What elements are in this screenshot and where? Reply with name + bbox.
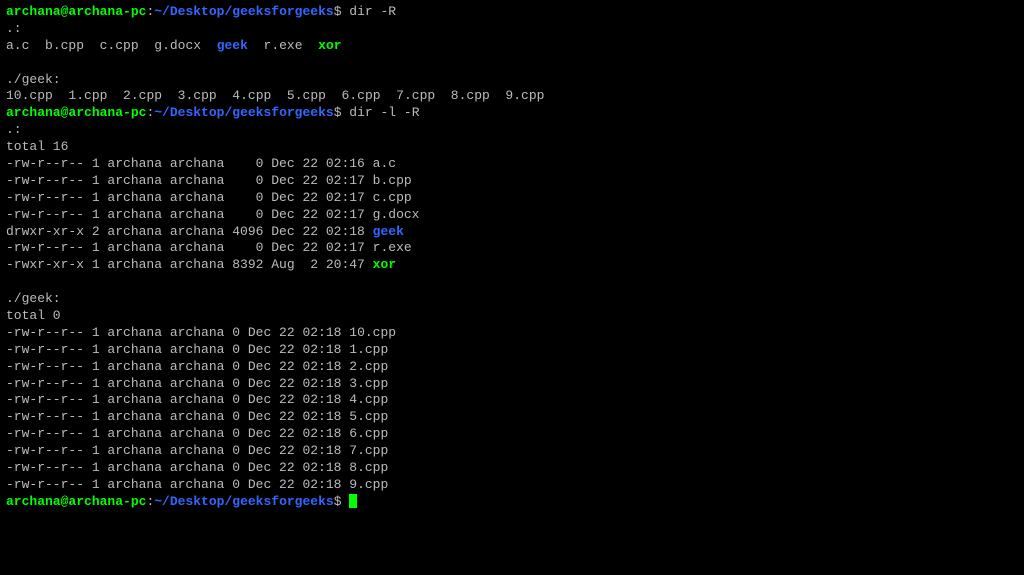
- file-name: geek: [217, 38, 248, 53]
- subdir-header: ./geek:: [6, 291, 1018, 308]
- file-name: g.docx: [373, 207, 420, 222]
- file-name: c.cpp: [100, 38, 139, 53]
- file-row: -rw-r--r-- 1 archana archana 0 Dec 22 02…: [6, 190, 1018, 207]
- file-row: -rw-r--r-- 1 archana archana 0 Dec 22 02…: [6, 443, 1018, 460]
- prompt-user: archana: [6, 105, 61, 120]
- file-listing: a.c b.cpp c.cpp g.docx geek r.exe xor: [6, 38, 1018, 55]
- file-name: 6.cpp: [342, 88, 381, 103]
- file-name: 8.cpp: [349, 460, 388, 475]
- file-name: xor: [318, 38, 341, 53]
- prompt-path: ~/Desktop/geeksforgeeks: [154, 4, 333, 19]
- prompt-dollar: $: [334, 105, 342, 120]
- file-row: -rwxr-xr-x 1 archana archana 8392 Aug 2 …: [6, 257, 1018, 274]
- file-row: -rw-r--r-- 1 archana archana 0 Dec 22 02…: [6, 409, 1018, 426]
- file-listing: 10.cpp 1.cpp 2.cpp 3.cpp 4.cpp 5.cpp 6.c…: [6, 88, 1018, 105]
- subdir-header: ./geek:: [6, 72, 1018, 89]
- prompt-host: archana-pc: [68, 4, 146, 19]
- file-row: -rw-r--r-- 1 archana archana 0 Dec 22 02…: [6, 240, 1018, 257]
- prompt-host: archana-pc: [68, 494, 146, 509]
- file-name: a.c: [6, 38, 29, 53]
- dir-header: .:: [6, 122, 1018, 139]
- blank-line: [6, 274, 1018, 291]
- blank-line: [6, 55, 1018, 72]
- file-name: 8.cpp: [451, 88, 490, 103]
- file-name: 9.cpp: [349, 477, 388, 492]
- file-row: -rw-r--r-- 1 archana archana 0 Dec 22 02…: [6, 477, 1018, 494]
- prompt-path: ~/Desktop/geeksforgeeks: [154, 494, 333, 509]
- file-row: -rw-r--r-- 1 archana archana 0 Dec 22 02…: [6, 376, 1018, 393]
- file-name: b.cpp: [45, 38, 84, 53]
- file-name: 1.cpp: [349, 342, 388, 357]
- file-name: 7.cpp: [349, 443, 388, 458]
- prompt-path: ~/Desktop/geeksforgeeks: [154, 105, 333, 120]
- file-name: geek: [373, 224, 404, 239]
- file-name: 5.cpp: [287, 88, 326, 103]
- total-line: total 16: [6, 139, 1018, 156]
- file-row: -rw-r--r-- 1 archana archana 0 Dec 22 02…: [6, 156, 1018, 173]
- file-row: -rw-r--r-- 1 archana archana 0 Dec 22 02…: [6, 359, 1018, 376]
- file-name: b.cpp: [373, 173, 412, 188]
- file-row: drwxr-xr-x 2 archana archana 4096 Dec 22…: [6, 224, 1018, 241]
- file-name: 10.cpp: [349, 325, 396, 340]
- prompt-line: archana@archana-pc:~/Desktop/geeksforgee…: [6, 4, 1018, 21]
- file-row: -rw-r--r-- 1 archana archana 0 Dec 22 02…: [6, 460, 1018, 477]
- file-name: 4.cpp: [232, 88, 271, 103]
- file-row: -rw-r--r-- 1 archana archana 0 Dec 22 02…: [6, 426, 1018, 443]
- file-name: 9.cpp: [505, 88, 544, 103]
- file-name: 7.cpp: [396, 88, 435, 103]
- prompt-dollar: $: [334, 494, 342, 509]
- file-row: -rw-r--r-- 1 archana archana 0 Dec 22 02…: [6, 392, 1018, 409]
- file-row: -rw-r--r-- 1 archana archana 0 Dec 22 02…: [6, 173, 1018, 190]
- file-name: 6.cpp: [349, 426, 388, 441]
- file-row: -rw-r--r-- 1 archana archana 0 Dec 22 02…: [6, 325, 1018, 342]
- file-row: -rw-r--r-- 1 archana archana 0 Dec 22 02…: [6, 207, 1018, 224]
- file-name: r.exe: [264, 38, 303, 53]
- file-name: a.c: [373, 156, 396, 171]
- prompt-host: archana-pc: [68, 105, 146, 120]
- file-name: 5.cpp: [349, 409, 388, 424]
- prompt-line: archana@archana-pc:~/Desktop/geeksforgee…: [6, 105, 1018, 122]
- file-name: 10.cpp: [6, 88, 53, 103]
- file-name: 4.cpp: [349, 392, 388, 407]
- file-name: 2.cpp: [123, 88, 162, 103]
- total-line: total 0: [6, 308, 1018, 325]
- command-text: dir -l -R: [342, 105, 420, 120]
- prompt-line: archana@archana-pc:~/Desktop/geeksforgee…: [6, 494, 1018, 511]
- file-name: 1.cpp: [68, 88, 107, 103]
- file-name: 3.cpp: [178, 88, 217, 103]
- file-name: c.cpp: [373, 190, 412, 205]
- terminal-output[interactable]: archana@archana-pc:~/Desktop/geeksforgee…: [6, 4, 1018, 511]
- prompt-user: archana: [6, 4, 61, 19]
- file-name: r.exe: [373, 240, 412, 255]
- cursor: [349, 494, 357, 508]
- file-name: 2.cpp: [349, 359, 388, 374]
- file-name: 3.cpp: [349, 376, 388, 391]
- dir-header: .:: [6, 21, 1018, 38]
- command-text: dir -R: [342, 4, 397, 19]
- prompt-dollar: $: [334, 4, 342, 19]
- prompt-user: archana: [6, 494, 61, 509]
- file-name: xor: [373, 257, 396, 272]
- file-row: -rw-r--r-- 1 archana archana 0 Dec 22 02…: [6, 342, 1018, 359]
- file-name: g.docx: [154, 38, 201, 53]
